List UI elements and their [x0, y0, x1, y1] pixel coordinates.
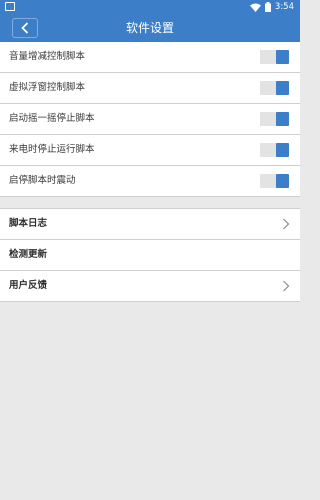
battery-icon: [264, 2, 271, 12]
status-time: 3:54: [274, 2, 294, 12]
app-header: 软件设置: [0, 14, 300, 42]
menu-item-label: 用户反馈: [9, 280, 48, 291]
menu-item-label: 脚本日志: [9, 218, 48, 229]
toggle-knob: [276, 81, 289, 95]
vibrate-toggle[interactable]: [260, 174, 289, 188]
status-bar-right: 3:54: [249, 1, 294, 13]
square-icon: [5, 2, 15, 11]
setting-row-volume-control[interactable]: 音量增减控制脚本: [0, 42, 300, 73]
section-divider: [0, 197, 300, 208]
setting-row-call-stop[interactable]: 来电时停止运行脚本: [0, 135, 300, 166]
call-stop-toggle[interactable]: [260, 143, 289, 157]
wifi-icon: [249, 3, 261, 12]
menu-list: 脚本日志 检测更新 用户反馈: [0, 208, 300, 302]
setting-row-shake-stop[interactable]: 启动摇一摇停止脚本: [0, 104, 300, 135]
back-button[interactable]: [12, 18, 38, 38]
setting-label: 来电时停止运行脚本: [9, 144, 95, 155]
toggle-knob: [276, 174, 289, 188]
setting-label: 启停脚本时震动: [9, 175, 76, 186]
settings-toggle-list: 音量增减控制脚本 虚拟浮窗控制脚本 启动摇一摇停止脚本 来电时停止运行脚本 启停…: [0, 42, 300, 197]
chevron-right-icon: [282, 218, 290, 230]
volume-control-toggle[interactable]: [260, 50, 289, 64]
chevron-right-icon: [282, 280, 290, 292]
toggle-knob: [276, 50, 289, 64]
page-title: 软件设置: [125, 21, 174, 35]
menu-item-check-update[interactable]: 检测更新: [0, 240, 300, 271]
menu-item-feedback[interactable]: 用户反馈: [0, 271, 300, 302]
toggle-knob: [276, 143, 289, 157]
setting-label: 音量增减控制脚本: [9, 51, 86, 62]
menu-item-label: 检测更新: [9, 249, 48, 260]
chevron-left-icon: [21, 19, 29, 38]
status-bar: 3:54: [0, 0, 300, 14]
setting-label: 虚拟浮窗控制脚本: [9, 82, 86, 93]
menu-item-script-log[interactable]: 脚本日志: [0, 209, 300, 240]
toggle-knob: [276, 112, 289, 126]
setting-label: 启动摇一摇停止脚本: [9, 113, 95, 124]
shake-stop-toggle[interactable]: [260, 112, 289, 126]
setting-row-vibrate[interactable]: 启停脚本时震动: [0, 166, 300, 197]
setting-row-floating-window[interactable]: 虚拟浮窗控制脚本: [0, 73, 300, 104]
floating-window-toggle[interactable]: [260, 81, 289, 95]
